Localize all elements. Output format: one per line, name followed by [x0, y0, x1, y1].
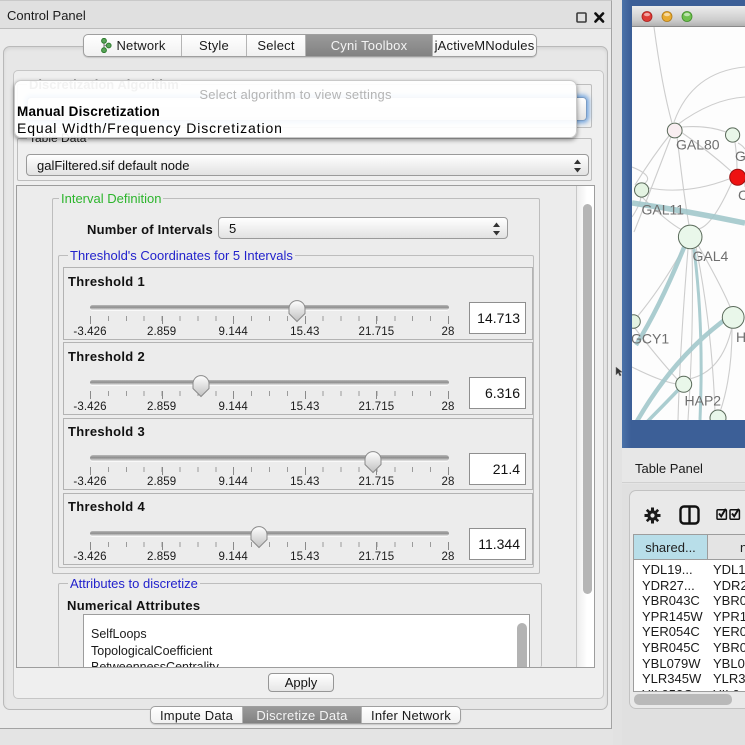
- svg-text:GAL80: GAL80: [676, 137, 720, 153]
- svg-text:GCY1: GCY1: [632, 331, 669, 347]
- svg-text:GAL11: GAL11: [642, 202, 685, 218]
- svg-text:GAL4: GAL4: [693, 248, 729, 264]
- svg-text:C: C: [738, 187, 745, 203]
- svg-text:HAP2: HAP2: [685, 392, 722, 408]
- svg-text:GA: GA: [735, 148, 745, 164]
- svg-text:HS: HS: [736, 329, 745, 345]
